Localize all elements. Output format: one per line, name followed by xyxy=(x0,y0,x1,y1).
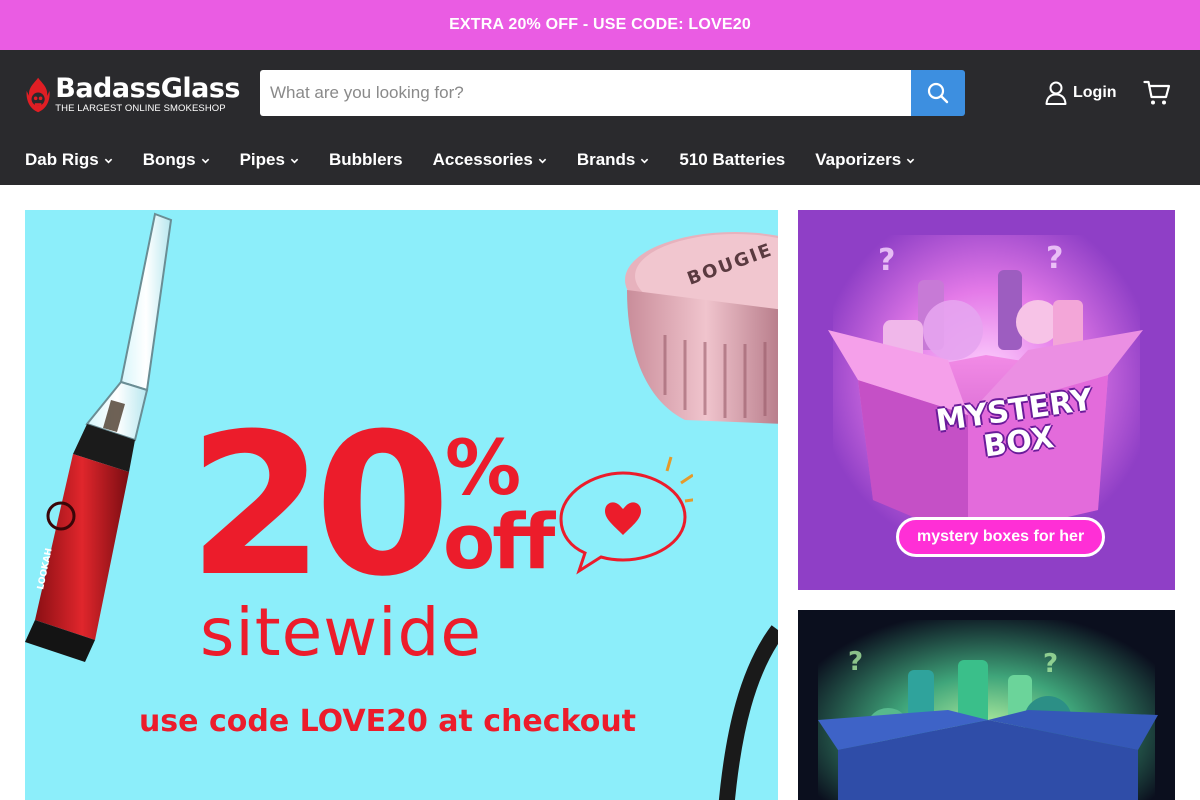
nav-item-dab-rigs[interactable]: Dab Rigs xyxy=(25,150,113,170)
chevron-down-icon xyxy=(641,158,649,163)
cart-icon xyxy=(1143,80,1171,105)
nav-item-label: Brands xyxy=(576,150,636,169)
svg-text:?: ? xyxy=(1043,649,1058,679)
search-input[interactable] xyxy=(260,70,911,116)
nav-item-510-batteries[interactable]: 510 Batteries xyxy=(679,150,785,170)
svg-text:?: ? xyxy=(878,243,895,278)
search-bar xyxy=(260,70,965,116)
svg-text:?: ? xyxy=(848,647,863,677)
flame-skull-icon xyxy=(26,77,50,113)
search-button[interactable] xyxy=(911,70,965,116)
search-icon xyxy=(927,82,949,104)
nav-item-label: Vaporizers xyxy=(815,150,902,169)
hero-code-line: use code LOVE20 at checkout xyxy=(25,704,778,739)
mystery-box-for-her-banner[interactable]: ? ? MYSTERY BOX mystery boxes for her xyxy=(798,210,1175,590)
green-mystery-box-image: ? ? xyxy=(818,620,1158,800)
nav-item-bongs[interactable]: Bongs xyxy=(143,150,210,170)
vaporizer-device-image: LOOKAH xyxy=(25,212,173,662)
nav-item-brands[interactable]: Brands xyxy=(577,150,650,170)
header-top: BadassGlass THE LARGEST ONLINE SMOKESHOP… xyxy=(0,50,1200,135)
mystery-box-green-banner[interactable]: ? ? xyxy=(798,610,1175,800)
site-header: BadassGlass THE LARGEST ONLINE SMOKESHOP… xyxy=(0,50,1200,185)
grinder-image: BOUGIE xyxy=(625,232,778,424)
hero-banner[interactable]: LOOKAH BOUGIE 20 % off sitewide use code… xyxy=(25,210,778,800)
logo-name: BadassGlass xyxy=(55,73,240,104)
promo-bar[interactable]: EXTRA 20% OFF - USE CODE: LOVE20 xyxy=(0,0,1200,50)
cart-button[interactable] xyxy=(1143,79,1171,107)
hero-percent-sign: % xyxy=(445,423,522,512)
hero-off-text: off xyxy=(443,497,555,586)
nav-item-accessories[interactable]: Accessories xyxy=(433,150,547,170)
nav-item-label: Accessories xyxy=(432,150,533,169)
hero-discount-number: 20 xyxy=(188,392,451,620)
nav-item-label: Bubblers xyxy=(328,150,403,169)
heart-speech-bubble-icon xyxy=(559,456,693,575)
logo[interactable]: BadassGlass THE LARGEST ONLINE SMOKESHOP xyxy=(25,70,240,120)
svg-text:?: ? xyxy=(1046,241,1063,276)
nav-item-label: Dab Rigs xyxy=(25,150,99,169)
nav-item-label: Bongs xyxy=(142,150,196,169)
nav-item-label: Pipes xyxy=(239,150,285,169)
nav-item-label: 510 Batteries xyxy=(679,150,786,169)
mystery-box-pill: mystery boxes for her xyxy=(896,517,1106,557)
nav-item-pipes[interactable]: Pipes xyxy=(240,150,299,170)
login-link[interactable]: Login xyxy=(1045,80,1117,106)
login-label: Login xyxy=(1073,84,1117,101)
hero-sitewide-text: sitewide xyxy=(200,594,483,671)
chevron-down-icon xyxy=(201,158,209,163)
nav-item-bubblers[interactable]: Bubblers xyxy=(329,150,403,170)
promo-text: EXTRA 20% OFF - USE CODE: LOVE20 xyxy=(449,16,751,33)
chevron-down-icon xyxy=(907,158,915,163)
chevron-down-icon xyxy=(104,158,112,163)
main-content: LOOKAH BOUGIE 20 % off sitewide use code… xyxy=(0,185,1200,800)
main-nav: Dab Rigs Bongs Pipes Bubblers Accessorie… xyxy=(0,135,945,185)
hero-code-text: use code LOVE20 at checkout xyxy=(138,704,637,739)
chevron-down-icon xyxy=(290,158,299,163)
logo-tagline: THE LARGEST ONLINE SMOKESHOP xyxy=(55,103,226,114)
user-icon xyxy=(1045,81,1067,105)
nav-item-vaporizers[interactable]: Vaporizers xyxy=(815,150,915,170)
chevron-down-icon xyxy=(538,158,547,163)
